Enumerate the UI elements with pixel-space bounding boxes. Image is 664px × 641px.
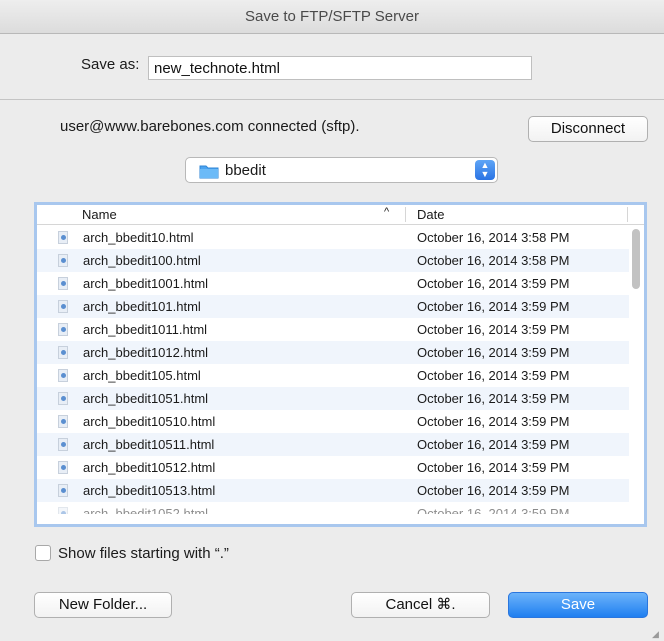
show-hidden-checkbox[interactable]: [35, 545, 51, 561]
window-title: Save to FTP/SFTP Server: [0, 0, 664, 34]
file-name: arch_bbedit10513.html: [83, 483, 216, 498]
popup-arrows-icon: ▲ ▼: [475, 160, 495, 180]
html-file-icon: [58, 461, 68, 474]
file-date: October 16, 2014 3:59 PM: [417, 460, 570, 475]
file-date: October 16, 2014 3:59 PM: [417, 483, 570, 498]
html-file-icon: [58, 300, 68, 313]
file-row[interactable]: arch_bbedit10510.html October 16, 2014 3:…: [37, 410, 629, 433]
file-rows: arch_bbedit10.html October 16, 2014 3:58 …: [37, 226, 629, 514]
folder-popup[interactable]: bbedit ▲ ▼: [185, 157, 498, 183]
file-name: arch_bbedit1011.html: [83, 322, 208, 337]
file-list[interactable]: Name ^ Date arch_bbedit10.html October 16…: [34, 202, 647, 527]
file-date: October 16, 2014 3:59 PM: [417, 414, 570, 429]
html-file-icon: [58, 277, 68, 290]
file-row[interactable]: arch_bbedit100.html October 16, 2014 3:58…: [37, 249, 629, 272]
file-name: arch_bbedit1012.html: [83, 345, 209, 360]
html-file-icon: [58, 484, 68, 497]
file-row[interactable]: arch_bbedit10.html October 16, 2014 3:58 …: [37, 226, 629, 249]
html-file-icon: [58, 369, 68, 382]
file-row[interactable]: arch_bbedit1001.html October 16, 2014 3:5…: [37, 272, 629, 295]
save-as-label: Save as:: [81, 56, 140, 73]
column-header-name[interactable]: Name: [82, 207, 117, 222]
file-date: October 16, 2014 3:59 PM: [417, 299, 570, 314]
file-row[interactable]: arch_bbedit105.html October 16, 2014 3:59…: [37, 364, 629, 387]
sort-ascending-icon: ^: [384, 206, 390, 218]
file-row[interactable]: arch_bbedit101.html October 16, 2014 3:59…: [37, 295, 629, 318]
connection-status: user@www.barebones.com connected (sftp).: [60, 118, 360, 135]
resize-grip-icon[interactable]: ◢: [652, 629, 662, 639]
file-name: arch_bbedit105.html: [83, 368, 201, 383]
file-name: arch_bbedit10512.html: [83, 460, 216, 475]
file-row[interactable]: arch_bbedit10513.html October 16, 2014 3:…: [37, 479, 629, 502]
file-row[interactable]: arch_bbedit10511.html October 16, 2014 3:…: [37, 433, 629, 456]
file-row[interactable]: arch_bbedit1011.html October 16, 2014 3:5…: [37, 318, 629, 341]
file-name: arch_bbedit10510.html: [83, 414, 216, 429]
file-date: October 16, 2014 3:59 PM: [417, 368, 570, 383]
file-name: arch_bbedit10511.html: [83, 437, 215, 452]
column-divider: [405, 207, 406, 222]
html-file-icon: [58, 346, 68, 359]
file-date: October 16, 2014 3:59 PM: [417, 322, 570, 337]
new-folder-button[interactable]: New Folder...: [34, 592, 172, 618]
file-row[interactable]: arch_bbedit1052.html October 16, 2014 3:5…: [37, 502, 629, 514]
html-file-icon: [58, 231, 68, 244]
html-file-icon: [58, 254, 68, 267]
save-button[interactable]: Save: [508, 592, 648, 618]
file-date: October 16, 2014 3:59 PM: [417, 276, 570, 291]
save-as-panel: Save as:: [0, 34, 664, 100]
file-name: arch_bbedit1001.html: [83, 276, 209, 291]
show-hidden-label[interactable]: Show files starting with “.”: [58, 545, 229, 562]
html-file-icon: [58, 507, 68, 514]
html-file-icon: [58, 392, 68, 405]
html-file-icon: [58, 323, 68, 336]
file-name: arch_bbedit1051.html: [83, 391, 209, 406]
file-date: October 16, 2014 3:58 PM: [417, 230, 570, 245]
disconnect-button[interactable]: Disconnect: [528, 116, 648, 142]
file-date: October 16, 2014 3:59 PM: [417, 391, 570, 406]
folder-popup-label: bbedit: [225, 162, 266, 179]
file-name: arch_bbedit1052.html: [83, 506, 209, 514]
file-name: arch_bbedit101.html: [83, 299, 201, 314]
file-row[interactable]: arch_bbedit10512.html October 16, 2014 3:…: [37, 456, 629, 479]
file-date: October 16, 2014 3:59 PM: [417, 345, 570, 360]
file-row[interactable]: arch_bbedit1051.html October 16, 2014 3:5…: [37, 387, 629, 410]
file-date: October 16, 2014 3:58 PM: [417, 253, 570, 268]
scrollbar-thumb[interactable]: [632, 229, 640, 289]
html-file-icon: [58, 438, 68, 451]
html-file-icon: [58, 415, 68, 428]
file-name: arch_bbedit100.html: [83, 253, 201, 268]
column-header-date[interactable]: Date: [417, 207, 444, 222]
vertical-scrollbar[interactable]: [631, 227, 641, 524]
file-date: October 16, 2014 3:59 PM: [417, 506, 570, 514]
column-divider: [627, 207, 628, 222]
file-date: October 16, 2014 3:59 PM: [417, 437, 570, 452]
file-list-header: Name ^ Date: [37, 205, 644, 225]
folder-icon: [199, 163, 219, 179]
file-row[interactable]: arch_bbedit1012.html October 16, 2014 3:5…: [37, 341, 629, 364]
save-as-input[interactable]: [148, 56, 532, 80]
file-name: arch_bbedit10.html: [83, 230, 194, 245]
cancel-button[interactable]: Cancel ⌘.: [351, 592, 490, 618]
